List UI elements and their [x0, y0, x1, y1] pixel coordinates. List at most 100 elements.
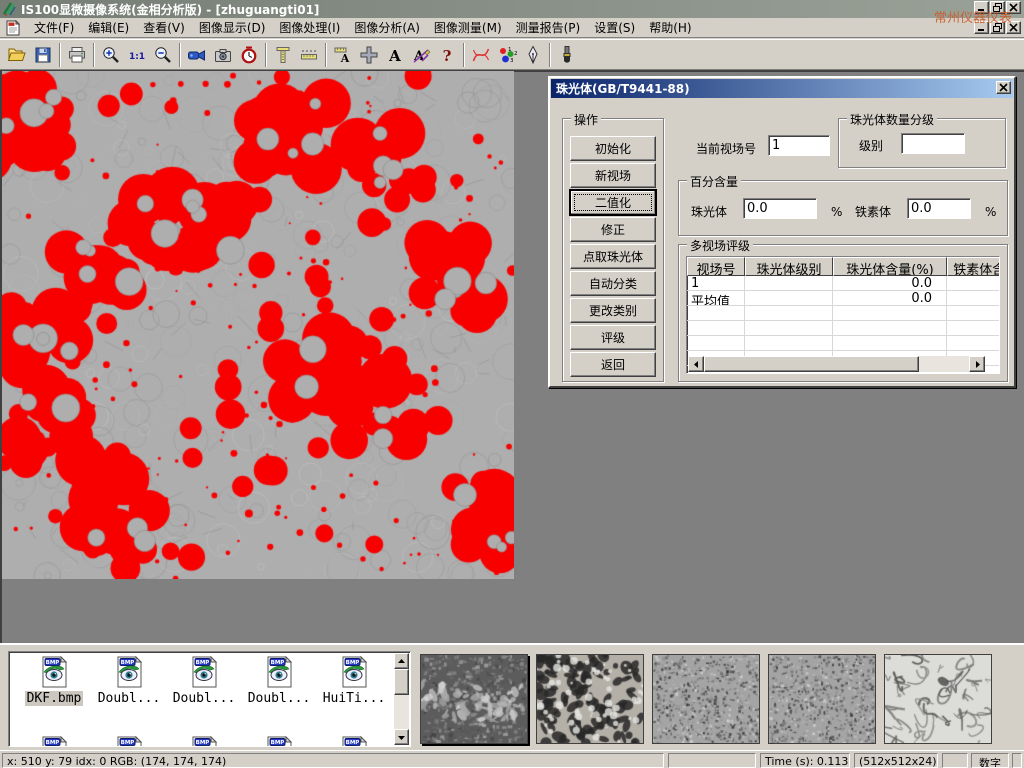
- actual-size-icon: 1:1: [127, 45, 147, 65]
- zoom-in-button[interactable]: [98, 42, 124, 68]
- table-row[interactable]: [687, 306, 999, 321]
- scroll-right-button[interactable]: [969, 356, 985, 372]
- class-dots-button[interactable]: 123: [494, 42, 520, 68]
- ferrite-percent-input[interactable]: 0.0: [907, 198, 971, 219]
- menu-item-9[interactable]: 设置(S): [587, 17, 642, 38]
- table-row[interactable]: 10.0: [687, 276, 999, 291]
- thumbnail-2[interactable]: [536, 654, 644, 744]
- pen-button[interactable]: [520, 42, 546, 68]
- menu-item-6[interactable]: 图像分析(A): [347, 17, 427, 38]
- file-name: Doubl...: [171, 691, 238, 706]
- curve-button[interactable]: [468, 42, 494, 68]
- caliper-button[interactable]: [270, 42, 296, 68]
- op-button-5[interactable]: 点取珠光体: [570, 244, 656, 269]
- menu-item-4[interactable]: 图像显示(D): [192, 17, 273, 38]
- scroll-thumb[interactable]: [394, 669, 409, 695]
- file-item-row2-3[interactable]: BMP: [168, 736, 240, 747]
- table-h-scrollbar[interactable]: [688, 356, 985, 372]
- dialog-close-button[interactable]: [996, 81, 1011, 94]
- level-input[interactable]: [901, 133, 965, 154]
- table-row[interactable]: [687, 336, 999, 351]
- table-cell: 0.0: [833, 291, 947, 306]
- file-item-5[interactable]: BMPHuiTi...: [318, 656, 390, 706]
- file-item-1[interactable]: BMPDKF.bmp: [18, 656, 90, 706]
- camera-button[interactable]: [210, 42, 236, 68]
- timer-button[interactable]: [236, 42, 262, 68]
- class-dots-icon: 123: [497, 45, 517, 65]
- bmp-file-icon: BMP: [112, 677, 146, 691]
- grading-group-label: 珠光体数量分级: [847, 111, 937, 128]
- file-item-3[interactable]: BMPDoubl...: [168, 656, 240, 706]
- op-button-9[interactable]: 返回: [570, 352, 656, 377]
- table-row[interactable]: [687, 321, 999, 336]
- op-button-8[interactable]: 评级: [570, 325, 656, 350]
- op-button-3[interactable]: 二值化: [570, 190, 656, 215]
- caliper-icon: [273, 45, 293, 65]
- scroll-up-button[interactable]: [394, 653, 409, 669]
- camera-icon: [213, 45, 233, 65]
- scroll-thumb[interactable]: [704, 356, 919, 372]
- open-folder-icon: [7, 45, 27, 65]
- measure-text-button[interactable]: A: [330, 42, 356, 68]
- grading-group: 珠光体数量分级 级别: [838, 118, 1006, 168]
- thumbnail-5[interactable]: [884, 654, 992, 744]
- file-item-row2-4[interactable]: BMP: [243, 736, 315, 747]
- table-cell: [687, 321, 745, 336]
- status-coordinates: x: 510 y: 79 idx: 0 RGB: (174, 174, 174): [2, 753, 664, 768]
- menu-item-10[interactable]: 帮助(H): [642, 17, 698, 38]
- svg-text:1:1: 1:1: [129, 52, 145, 62]
- ruler-button[interactable]: [296, 42, 322, 68]
- dialog-title-bar[interactable]: 珠光体(GB/T9441-88): [551, 79, 1013, 98]
- move-cross-button[interactable]: [356, 42, 382, 68]
- file-item-row2-2[interactable]: BMP: [93, 736, 165, 747]
- menu-item-8[interactable]: 测量报告(P): [509, 17, 588, 38]
- file-list-scrollbar[interactable]: [394, 653, 409, 745]
- pearlite-percent-input[interactable]: 0.0: [743, 198, 817, 219]
- table-cell: [947, 291, 1000, 306]
- print-button[interactable]: [64, 42, 90, 68]
- move-cross-icon: [359, 45, 379, 65]
- menu-item-7[interactable]: 图像测量(M): [427, 17, 509, 38]
- op-button-7[interactable]: 更改类别: [570, 298, 656, 323]
- scroll-left-button[interactable]: [688, 356, 704, 372]
- brush-button[interactable]: [554, 42, 580, 68]
- text-strike-button[interactable]: A: [408, 42, 434, 68]
- help-button[interactable]: ?: [434, 42, 460, 68]
- ferrite-label: 铁素体: [855, 203, 891, 220]
- op-button-1[interactable]: 初始化: [570, 136, 656, 161]
- file-list[interactable]: BMPDKF.bmpBMPBMPDoubl...BMPBMPDoubl...BM…: [8, 651, 411, 747]
- menu-item-2[interactable]: 编辑(E): [81, 17, 136, 38]
- video-camera-button[interactable]: [184, 42, 210, 68]
- open-folder-button[interactable]: [4, 42, 30, 68]
- current-field-input[interactable]: 1: [768, 135, 830, 156]
- op-button-6[interactable]: 自动分类: [570, 271, 656, 296]
- table-cell: [745, 321, 833, 336]
- zoom-out-button[interactable]: [150, 42, 176, 68]
- op-button-2[interactable]: 新视场: [570, 163, 656, 188]
- thumbnail-3[interactable]: [652, 654, 760, 744]
- thumbnail-1[interactable]: [420, 654, 528, 744]
- percent-group: 百分含量 珠光体 0.0 % 铁素体 0.0 %: [678, 180, 1008, 236]
- thumbnail-4[interactable]: [768, 654, 876, 744]
- document-icon[interactable]: [5, 20, 21, 36]
- zoom-in-icon: [101, 45, 121, 65]
- metallographic-image[interactable]: [2, 71, 514, 579]
- menu-item-3[interactable]: 查看(V): [136, 17, 192, 38]
- text-icon: A: [385, 45, 405, 65]
- menu-item-5[interactable]: 图像处理(I): [272, 17, 347, 38]
- save-button[interactable]: [30, 42, 56, 68]
- file-item-row2-5[interactable]: BMP: [318, 736, 390, 747]
- file-item-2[interactable]: BMPDoubl...: [93, 656, 165, 706]
- rating-table[interactable]: 视场号珠光体级别珠光体含量(%)铁素体含量(%)10.0平均值0.0: [686, 256, 1000, 374]
- menu-item-1[interactable]: 文件(F): [27, 17, 81, 38]
- file-item-4[interactable]: BMPDoubl...: [243, 656, 315, 706]
- table-row[interactable]: 平均值0.0: [687, 291, 999, 306]
- scroll-down-button[interactable]: [394, 729, 409, 745]
- window-title: IS100显微摄像系统(金相分析版) - [zhuguangti01]: [21, 1, 319, 18]
- op-button-4[interactable]: 修正: [570, 217, 656, 242]
- file-item-row2-1[interactable]: BMP: [18, 736, 90, 747]
- svg-text:2: 2: [514, 51, 517, 57]
- actual-size-button[interactable]: 1:1: [124, 42, 150, 68]
- text-button[interactable]: A: [382, 42, 408, 68]
- table-cell: 1: [687, 276, 745, 291]
